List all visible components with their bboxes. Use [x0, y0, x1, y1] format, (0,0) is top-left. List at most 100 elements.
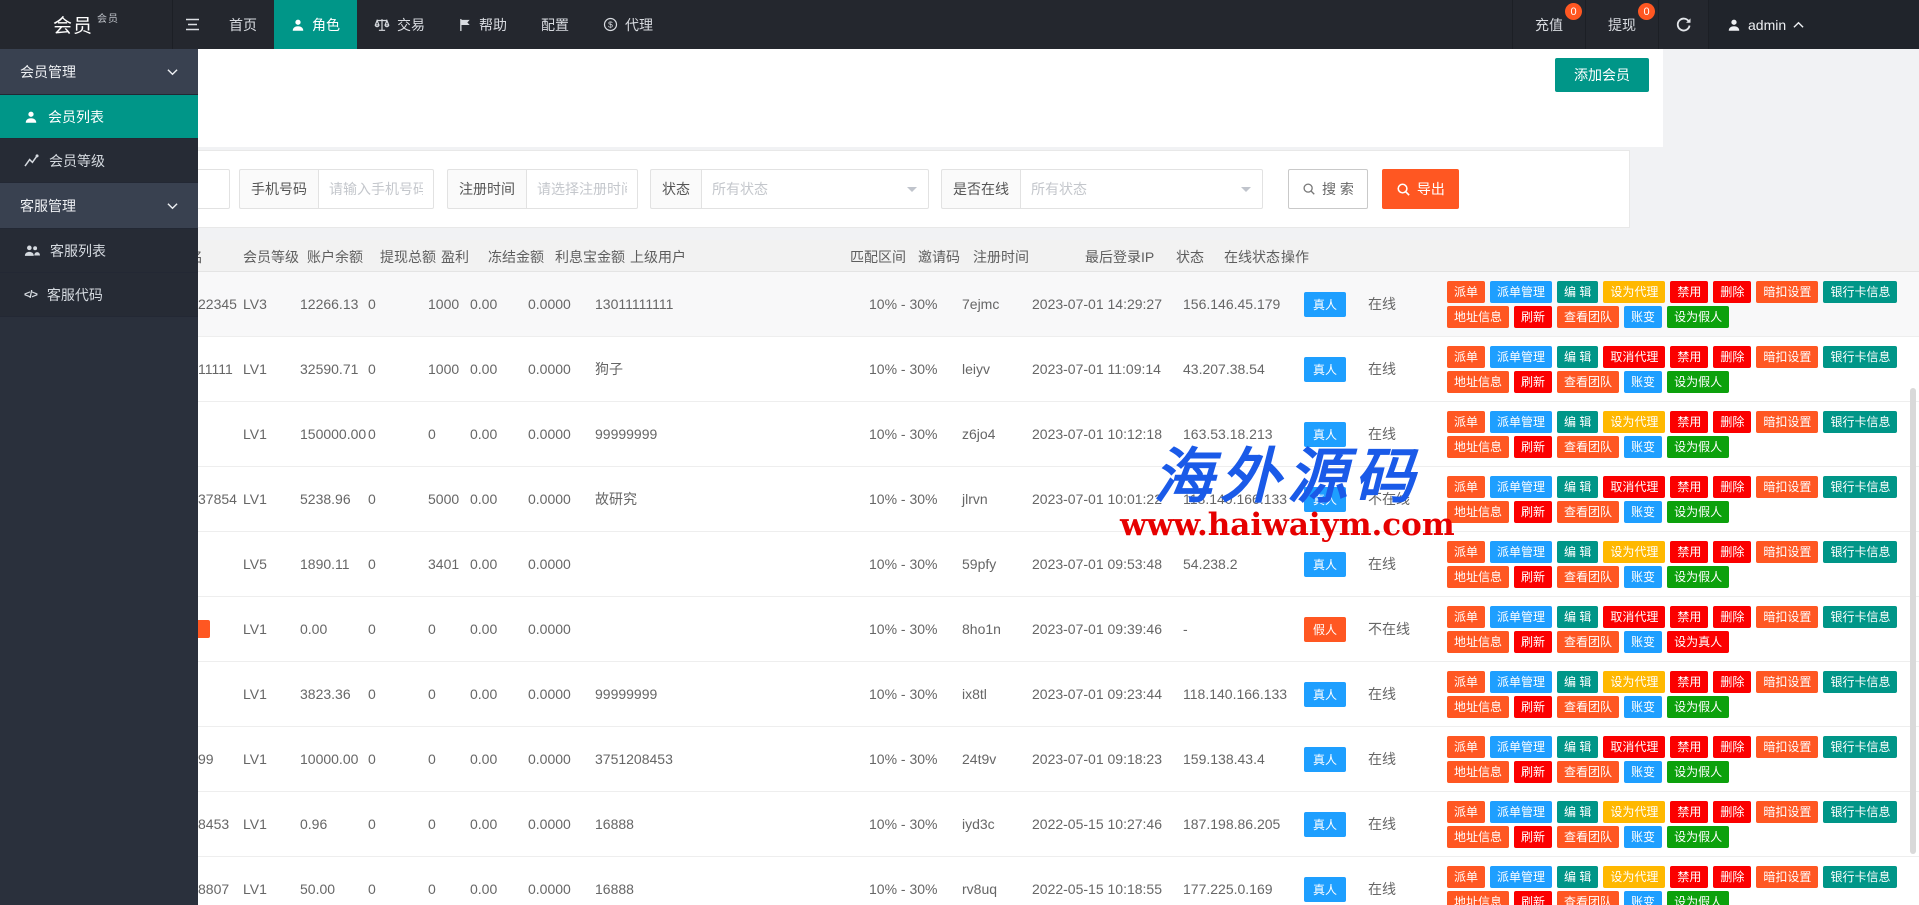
hidden-deduct-button[interactable]: 暗扣设置	[1756, 606, 1818, 628]
edit-button[interactable]: 编 辑	[1557, 541, 1598, 563]
refresh-row-button[interactable]: 刷新	[1514, 761, 1552, 783]
set-agent-button[interactable]: 设为代理	[1603, 541, 1665, 563]
recharge-nav-button[interactable]: 充值 0	[1512, 0, 1585, 49]
delete-button[interactable]: 删除	[1713, 281, 1751, 303]
set-fake-button[interactable]: 设为假人	[1667, 501, 1729, 523]
add-member-button[interactable]: 添加会员	[1555, 58, 1649, 92]
bank-card-info-button[interactable]: 银行卡信息	[1823, 736, 1897, 758]
dispatch-manage-button[interactable]: 派单管理	[1490, 411, 1552, 433]
address-info-button[interactable]: 地址信息	[1447, 826, 1509, 848]
disable-button[interactable]: 禁用	[1670, 736, 1708, 758]
bank-card-info-button[interactable]: 银行卡信息	[1823, 281, 1897, 303]
set-agent-button[interactable]: 设为代理	[1603, 801, 1665, 823]
bank-card-info-button[interactable]: 银行卡信息	[1823, 801, 1897, 823]
nav-item-3[interactable]: 交易	[357, 0, 442, 49]
refresh-row-button[interactable]: 刷新	[1514, 371, 1552, 393]
cancel-agent-button[interactable]: 取消代理	[1603, 736, 1665, 758]
balance-change-button[interactable]: 账变	[1624, 891, 1662, 905]
balance-change-button[interactable]: 账变	[1624, 631, 1662, 653]
dispatch-button[interactable]: 派单	[1447, 866, 1485, 888]
hidden-deduct-button[interactable]: 暗扣设置	[1756, 866, 1818, 888]
bank-card-info-button[interactable]: 银行卡信息	[1823, 671, 1897, 693]
disable-button[interactable]: 禁用	[1670, 801, 1708, 823]
view-team-button[interactable]: 查看团队	[1557, 306, 1619, 328]
search-button[interactable]: 搜 索	[1288, 169, 1368, 209]
set-agent-button[interactable]: 设为代理	[1603, 281, 1665, 303]
balance-change-button[interactable]: 账变	[1624, 826, 1662, 848]
view-team-button[interactable]: 查看团队	[1557, 761, 1619, 783]
dispatch-button[interactable]: 派单	[1447, 671, 1485, 693]
hidden-deduct-button[interactable]: 暗扣设置	[1756, 671, 1818, 693]
dispatch-button[interactable]: 派单	[1447, 411, 1485, 433]
disable-button[interactable]: 禁用	[1670, 476, 1708, 498]
edit-button[interactable]: 编 辑	[1557, 736, 1598, 758]
delete-button[interactable]: 删除	[1713, 736, 1751, 758]
set-fake-button[interactable]: 设为假人	[1667, 371, 1729, 393]
set-fake-button[interactable]: 设为假人	[1667, 761, 1729, 783]
nav-item-1[interactable]: 首页	[212, 0, 274, 49]
sidebar-item-客服列表[interactable]: 客服列表	[0, 229, 198, 273]
delete-button[interactable]: 删除	[1713, 476, 1751, 498]
nav-item-5[interactable]: 配置	[524, 0, 586, 49]
sidebar-group-1[interactable]: 会员管理	[0, 49, 198, 95]
cancel-agent-button[interactable]: 取消代理	[1603, 476, 1665, 498]
address-info-button[interactable]: 地址信息	[1447, 891, 1509, 905]
view-team-button[interactable]: 查看团队	[1557, 696, 1619, 718]
hidden-deduct-button[interactable]: 暗扣设置	[1756, 801, 1818, 823]
set-fake-button[interactable]: 设为假人	[1667, 436, 1729, 458]
view-team-button[interactable]: 查看团队	[1557, 436, 1619, 458]
nav-item-2[interactable]: 角色	[274, 0, 357, 49]
bank-card-info-button[interactable]: 银行卡信息	[1823, 541, 1897, 563]
address-info-button[interactable]: 地址信息	[1447, 761, 1509, 783]
refresh-row-button[interactable]: 刷新	[1514, 501, 1552, 523]
dispatch-manage-button[interactable]: 派单管理	[1490, 541, 1552, 563]
nav-item-4[interactable]: 帮助	[442, 0, 524, 49]
hidden-deduct-button[interactable]: 暗扣设置	[1756, 476, 1818, 498]
cancel-agent-button[interactable]: 取消代理	[1603, 606, 1665, 628]
balance-change-button[interactable]: 账变	[1624, 371, 1662, 393]
set-agent-button[interactable]: 设为代理	[1603, 671, 1665, 693]
disable-button[interactable]: 禁用	[1670, 606, 1708, 628]
edit-button[interactable]: 编 辑	[1557, 866, 1598, 888]
delete-button[interactable]: 删除	[1713, 411, 1751, 433]
refresh-row-button[interactable]: 刷新	[1514, 306, 1552, 328]
edit-button[interactable]: 编 辑	[1557, 411, 1598, 433]
address-info-button[interactable]: 地址信息	[1447, 696, 1509, 718]
address-info-button[interactable]: 地址信息	[1447, 501, 1509, 523]
export-button[interactable]: 导出	[1382, 169, 1459, 209]
edit-button[interactable]: 编 辑	[1557, 281, 1598, 303]
bank-card-info-button[interactable]: 银行卡信息	[1823, 606, 1897, 628]
delete-button[interactable]: 删除	[1713, 801, 1751, 823]
bank-card-info-button[interactable]: 银行卡信息	[1823, 346, 1897, 368]
view-team-button[interactable]: 查看团队	[1557, 501, 1619, 523]
delete-button[interactable]: 删除	[1713, 866, 1751, 888]
balance-change-button[interactable]: 账变	[1624, 696, 1662, 718]
refresh-row-button[interactable]: 刷新	[1514, 696, 1552, 718]
refresh-icon[interactable]	[1658, 0, 1708, 49]
set-fake-button[interactable]: 设为假人	[1667, 891, 1729, 905]
dispatch-button[interactable]: 派单	[1447, 606, 1485, 628]
set-agent-button[interactable]: 设为代理	[1603, 866, 1665, 888]
refresh-row-button[interactable]: 刷新	[1514, 631, 1552, 653]
nav-item-6[interactable]: $代理	[586, 0, 670, 49]
set-fake-button[interactable]: 设为假人	[1667, 826, 1729, 848]
sidebar-item-会员等级[interactable]: 会员等级	[0, 139, 198, 183]
disable-button[interactable]: 禁用	[1670, 866, 1708, 888]
dispatch-manage-button[interactable]: 派单管理	[1490, 476, 1552, 498]
refresh-row-button[interactable]: 刷新	[1514, 436, 1552, 458]
delete-button[interactable]: 删除	[1713, 541, 1751, 563]
bank-card-info-button[interactable]: 银行卡信息	[1823, 476, 1897, 498]
hidden-deduct-button[interactable]: 暗扣设置	[1756, 346, 1818, 368]
view-team-button[interactable]: 查看团队	[1557, 891, 1619, 905]
dispatch-button[interactable]: 派单	[1447, 346, 1485, 368]
dispatch-button[interactable]: 派单	[1447, 541, 1485, 563]
phone-input[interactable]	[318, 169, 434, 209]
view-team-button[interactable]: 查看团队	[1557, 371, 1619, 393]
address-info-button[interactable]: 地址信息	[1447, 631, 1509, 653]
address-info-button[interactable]: 地址信息	[1447, 371, 1509, 393]
vertical-scrollbar[interactable]	[1910, 388, 1916, 854]
view-team-button[interactable]: 查看团队	[1557, 826, 1619, 848]
edit-button[interactable]: 编 辑	[1557, 671, 1598, 693]
hidden-deduct-button[interactable]: 暗扣设置	[1756, 281, 1818, 303]
dispatch-manage-button[interactable]: 派单管理	[1490, 866, 1552, 888]
